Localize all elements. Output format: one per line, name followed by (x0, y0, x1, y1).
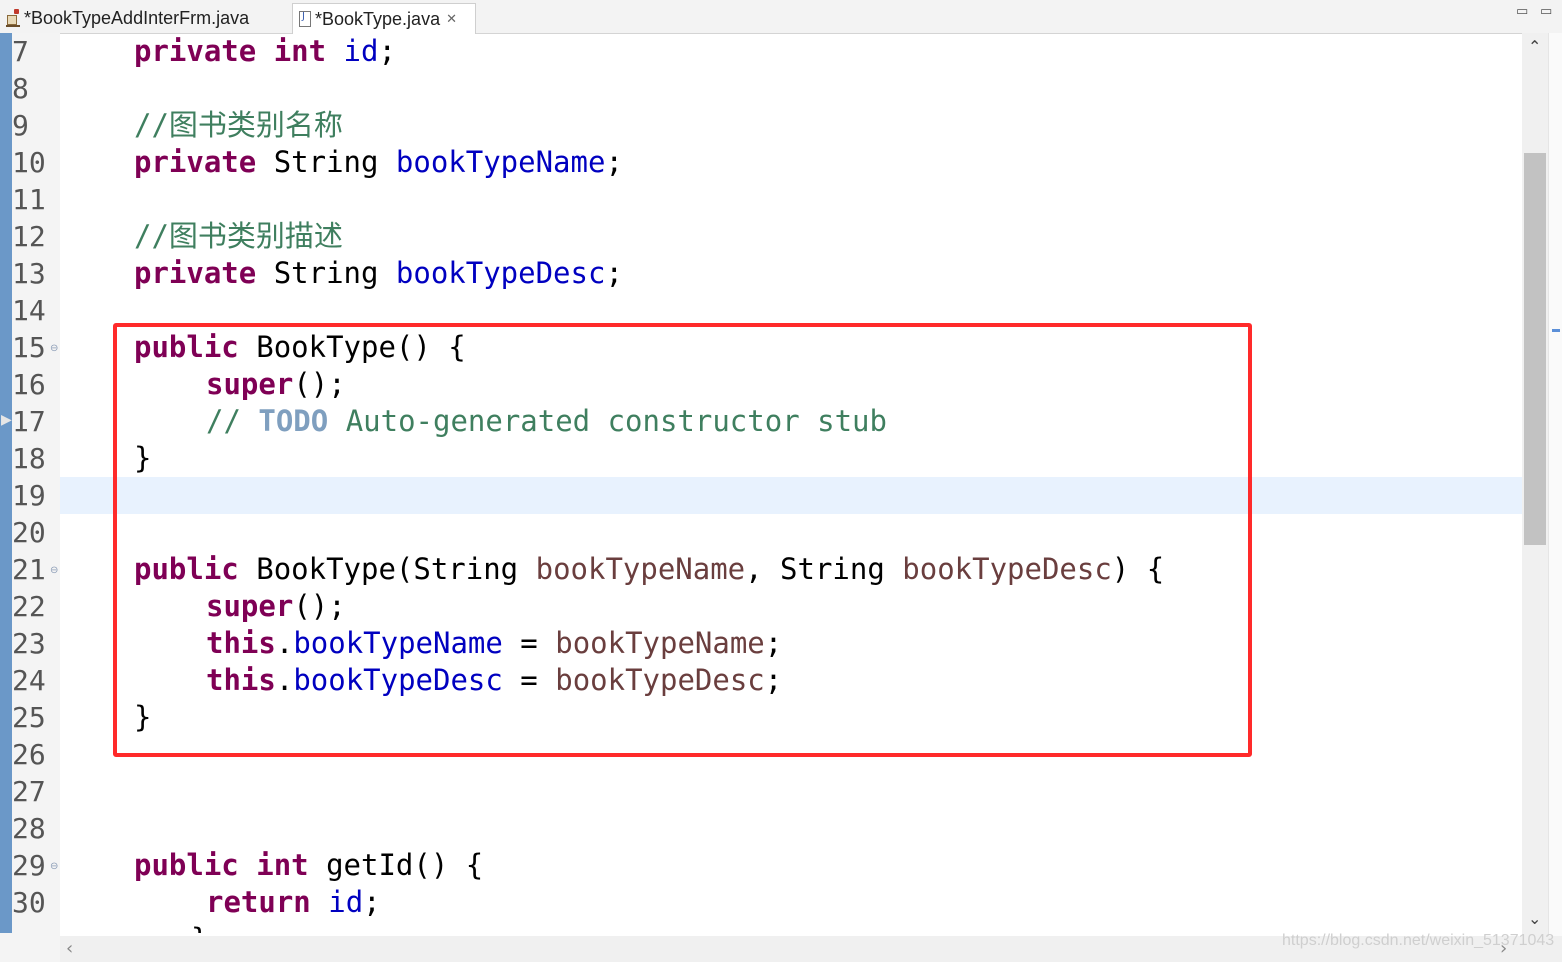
tab-label: *BookType.java (315, 8, 441, 29)
code-line-29: public int getId() { (134, 848, 484, 882)
editor-tab-bar: *BookTypeAddInterFrm.java *BookType.java… (0, 0, 1562, 34)
line-number: 21 (12, 553, 46, 586)
line-number: 17 (12, 405, 46, 438)
java-file-icon (299, 11, 311, 27)
tab-label: *BookTypeAddInterFrm.java (24, 7, 250, 28)
line-number: 16 (12, 368, 46, 401)
line-number: 12 (12, 220, 46, 253)
maximize-icon[interactable]: ▭ (1540, 4, 1552, 19)
current-line-highlight (60, 477, 1522, 514)
code-line-23: this.bookTypeName = bookTypeName; (206, 626, 783, 660)
watermark-text: https://blog.csdn.net/weixin_51371043 (1282, 932, 1555, 949)
scroll-down-icon[interactable]: ⌄ (1528, 909, 1541, 928)
todo-tag: TODO (258, 404, 329, 438)
line-number: 23 (12, 627, 46, 660)
line-number: 8 (12, 72, 29, 105)
line-number: 26 (12, 738, 46, 771)
code-line-10: private String bookTypeName; (134, 145, 623, 179)
line-number: 15 (12, 331, 46, 364)
vertical-scrollbar[interactable]: ⌃ ⌄ (1522, 33, 1548, 936)
line-number: 9 (12, 109, 29, 142)
overview-ruler (1548, 33, 1562, 936)
tab-booktype[interactable]: *BookType.java ✕ (292, 3, 476, 34)
scroll-left-icon[interactable]: ‹ (66, 938, 73, 959)
line-number: 22 (12, 590, 46, 623)
code-line-30: return id; (206, 885, 381, 919)
code-line-24: this.bookTypeDesc = bookTypeDesc; (206, 663, 783, 697)
code-line-16: super(); (206, 367, 346, 401)
annotation-ruler (0, 33, 12, 933)
overview-marker[interactable] (1552, 329, 1560, 332)
code-line-13: private String bookTypeDesc; (134, 256, 623, 290)
fold-collapse-icon[interactable]: ⊖ (50, 565, 58, 576)
fold-collapse-icon[interactable]: ⊖ (50, 343, 58, 354)
line-number: 20 (12, 516, 46, 549)
line-number: 28 (12, 812, 46, 845)
vertical-scroll-thumb[interactable] (1524, 153, 1546, 545)
code-line-22: super(); (206, 589, 346, 623)
tab-booktypeaddinterfrm[interactable]: *BookTypeAddInterFrm.java (2, 3, 288, 33)
code-line-18: } (134, 441, 152, 475)
line-number: 25 (12, 701, 46, 734)
code-line-15: public BookType() { (134, 330, 466, 364)
gutter-footer (0, 933, 60, 962)
line-number: 11 (12, 183, 46, 216)
line-number-ruler: 7 8 9 10 11 12 13 14 15 16 17 18 19 20 2… (12, 33, 60, 933)
form-class-icon (6, 9, 20, 27)
line-number: 14 (12, 294, 46, 327)
code-line-17: // TODO Auto-generated constructor stub (206, 404, 887, 438)
line-number: 13 (12, 257, 46, 290)
code-line-31: } (191, 921, 208, 933)
code-line-21: public BookType(String bookTypeName, Str… (134, 552, 1165, 586)
close-tab-icon[interactable]: ✕ (446, 11, 457, 27)
line-number: 18 (12, 442, 46, 475)
code-editor[interactable]: private int id; //图书类别名称 private String … (60, 33, 1522, 933)
line-number: 7 (12, 35, 29, 68)
line-number: 19 (12, 479, 46, 512)
code-line-7: private int id; (134, 34, 396, 68)
line-number: 24 (12, 664, 46, 697)
code-line-12: //图书类别描述 (134, 219, 343, 253)
line-number: 10 (12, 146, 46, 179)
quick-diff-marker-icon: ▶ (1, 412, 12, 428)
line-number: 30 (12, 886, 46, 919)
code-line-25: } (134, 700, 152, 734)
scroll-up-icon[interactable]: ⌃ (1528, 37, 1541, 56)
minimize-icon[interactable]: ▭ (1516, 4, 1528, 19)
code-line-9: //图书类别名称 (134, 108, 343, 142)
fold-collapse-icon[interactable]: ⊖ (50, 861, 58, 872)
line-number: 29 (12, 849, 46, 882)
line-number: 27 (12, 775, 46, 808)
